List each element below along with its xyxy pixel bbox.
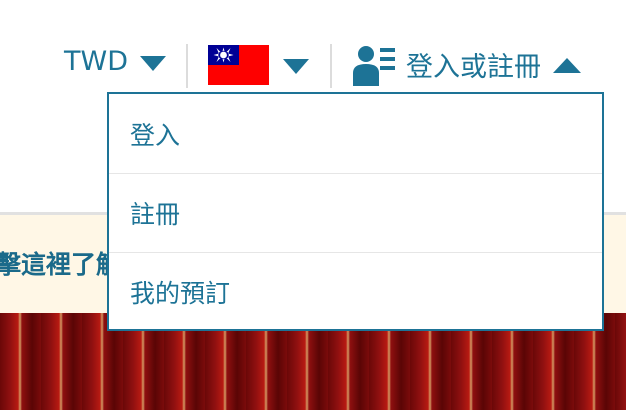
menu-item-register[interactable]: 註冊 — [109, 173, 602, 252]
menu-item-label: 我的預訂 — [130, 279, 231, 308]
currency-label: TWD — [64, 46, 128, 77]
notice-link[interactable]: 擊這裡了解 — [0, 245, 121, 281]
menu-item-my-bookings[interactable]: 我的預訂 — [109, 252, 602, 331]
chevron-down-icon — [283, 58, 309, 74]
chevron-down-icon — [139, 56, 166, 71]
account-dropdown-menu: 登入 註冊 我的預訂 — [107, 92, 604, 331]
header-separator — [330, 44, 332, 88]
currency-selector[interactable]: TWD — [64, 46, 166, 77]
taiwan-flag-icon — [208, 45, 269, 85]
account-menu-toggle[interactable]: 登入或註冊 — [352, 42, 581, 86]
header-separator — [186, 44, 188, 88]
account-label: 登入或註冊 — [406, 51, 541, 83]
language-selector[interactable] — [208, 45, 309, 85]
user-list-icon — [353, 46, 395, 86]
menu-item-login[interactable]: 登入 — [109, 94, 602, 173]
chevron-up-icon — [553, 57, 581, 73]
menu-item-label: 註冊 — [130, 200, 181, 229]
menu-item-label: 登入 — [130, 120, 181, 150]
